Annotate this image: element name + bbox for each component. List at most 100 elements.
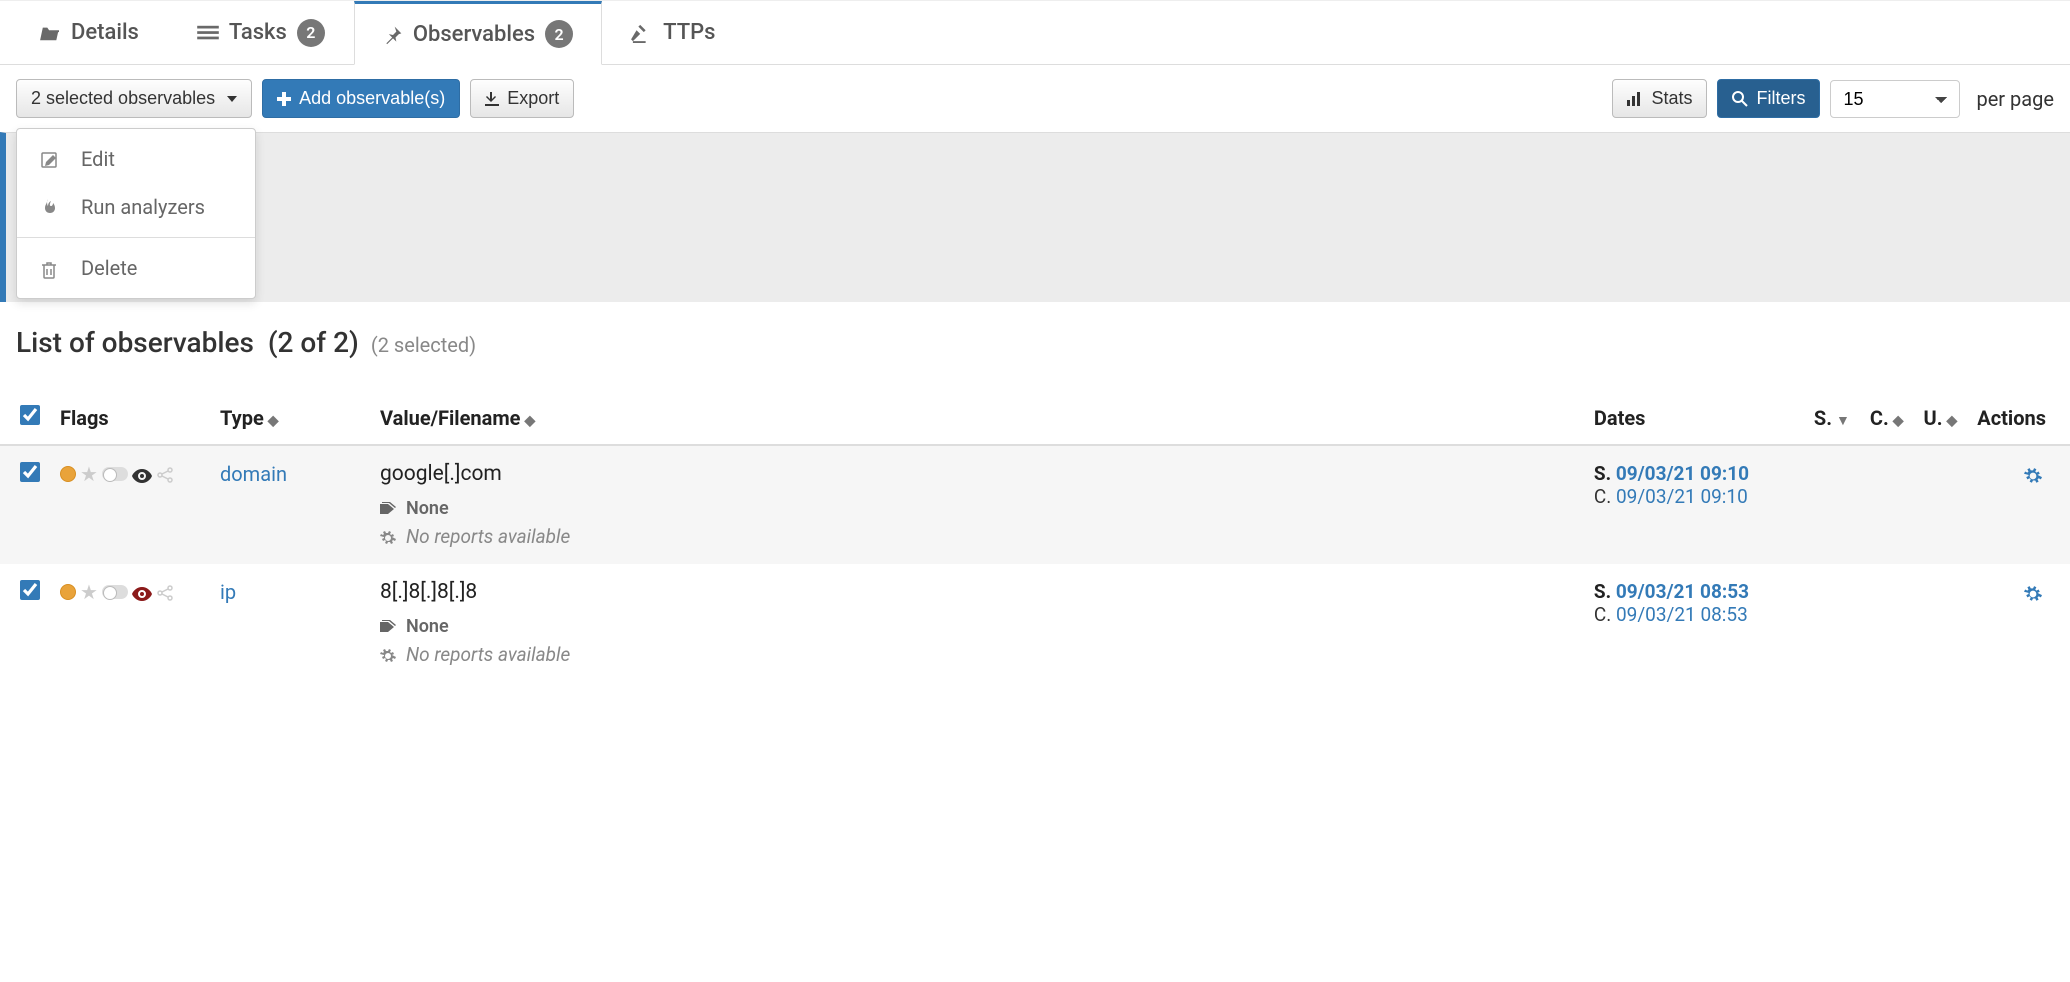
add-observable-button[interactable]: Add observable(s) (262, 79, 460, 118)
row-actions-button[interactable] (2024, 580, 2042, 604)
col-value[interactable]: Value/Filename (380, 406, 520, 430)
tags-icon (380, 616, 398, 637)
reports-status: No reports available (406, 525, 570, 548)
tab-tasks[interactable]: Tasks 2 (168, 1, 354, 64)
share-icon[interactable] (156, 464, 174, 485)
col-type[interactable]: Type (220, 406, 264, 430)
tab-details[interactable]: Details (10, 1, 168, 64)
gear-icon (380, 525, 396, 548)
tasks-icon (197, 20, 219, 45)
s-date-prefix: S. (1594, 462, 1611, 485)
row-checkbox[interactable] (20, 580, 40, 600)
menu-divider (17, 237, 255, 238)
col-actions: Actions (1977, 406, 2046, 430)
search-icon (1732, 88, 1748, 109)
filters-label: Filters (1756, 88, 1805, 109)
list-heading: List of observables (2 of 2) (2 selected… (0, 302, 2070, 367)
col-c[interactable]: C. (1870, 406, 1889, 430)
add-observable-label: Add observable(s) (299, 88, 445, 109)
menu-edit[interactable]: Edit (17, 135, 255, 183)
stats-label: Stats (1651, 88, 1692, 109)
table-row: ★ ip 8[.]8[.]8[.]8 None (0, 564, 2070, 682)
ioc-toggle[interactable] (102, 467, 128, 481)
share-icon[interactable] (156, 582, 174, 603)
tab-tasks-label: Tasks (229, 20, 287, 45)
per-page-label: per page (1976, 87, 2054, 111)
tab-observables[interactable]: Observables 2 (354, 1, 602, 65)
edit-icon (41, 147, 61, 171)
gear-icon (380, 643, 396, 666)
row-checkbox[interactable] (20, 462, 40, 482)
observable-value: google[.]com (380, 462, 1574, 486)
c-date-prefix: C. (1594, 485, 1611, 508)
star-icon[interactable]: ★ (80, 580, 98, 604)
export-label: Export (507, 88, 559, 109)
sort-desc-icon: ▼ (1836, 413, 1850, 429)
col-u[interactable]: U. (1924, 406, 1943, 430)
tab-bar: Details Tasks 2 Observables 2 TTPs (0, 0, 2070, 65)
toolbar: 2 selected observables Add observable(s)… (0, 65, 2070, 132)
selected-observables-label: 2 selected observables (31, 88, 215, 109)
tags-value: None (406, 616, 449, 637)
col-flags: Flags (60, 406, 109, 430)
tags-value: None (406, 498, 449, 519)
menu-run-analyzers[interactable]: Run analyzers (17, 183, 255, 231)
sort-icon: ◆ (268, 413, 279, 429)
plus-icon (277, 88, 291, 109)
content-gap (0, 132, 2070, 302)
stats-button[interactable]: Stats (1612, 79, 1707, 118)
selected-observables-dropdown[interactable]: 2 selected observables (16, 79, 252, 118)
sort-icon: ◆ (524, 413, 535, 429)
observables-table: Flags Type◆ Value/Filename◆ Dates S.▼ C.… (0, 391, 2070, 682)
tab-ttps[interactable]: TTPs (602, 1, 744, 64)
row-actions-button[interactable] (2024, 462, 2042, 486)
ioc-toggle[interactable] (102, 585, 128, 599)
list-title: List of observables (16, 326, 254, 359)
flags-group: ★ (60, 462, 200, 486)
tags-icon (380, 498, 398, 519)
type-link[interactable]: ip (220, 580, 236, 604)
tab-observables-label: Observables (413, 22, 535, 47)
c-date-prefix: C. (1594, 603, 1611, 626)
reports-status: No reports available (406, 643, 570, 666)
fire-icon (41, 195, 61, 219)
caret-down-icon (227, 96, 237, 102)
download-icon (485, 88, 499, 109)
menu-delete-label: Delete (81, 256, 137, 280)
bar-chart-icon (1627, 88, 1643, 109)
per-page-select[interactable]: 15 (1830, 80, 1960, 118)
selection-actions-menu: Edit Run analyzers Delete (16, 128, 256, 299)
eye-icon[interactable] (132, 580, 152, 604)
star-icon[interactable]: ★ (80, 462, 98, 486)
observables-count-badge: 2 (545, 20, 573, 48)
s-date-value[interactable]: 09/03/21 09:10 (1616, 462, 1749, 485)
observable-value: 8[.]8[.]8[.]8 (380, 580, 1574, 604)
filters-button[interactable]: Filters (1717, 79, 1820, 118)
gavel-icon (631, 20, 653, 45)
export-button[interactable]: Export (470, 79, 574, 118)
list-count: (2 of 2) (268, 326, 359, 359)
folder-open-icon (39, 20, 61, 45)
s-date-value[interactable]: 09/03/21 08:53 (1616, 580, 1749, 603)
tasks-count-badge: 2 (297, 19, 325, 47)
tab-details-label: Details (71, 20, 139, 45)
pin-icon (383, 22, 403, 47)
tlp-dot-icon[interactable] (60, 466, 76, 482)
list-selected-count: (2 selected) (371, 333, 476, 357)
col-dates: Dates (1594, 406, 1646, 430)
menu-delete[interactable]: Delete (17, 244, 255, 292)
sort-icon: ◆ (1947, 413, 1958, 429)
c-date-value[interactable]: 09/03/21 09:10 (1616, 485, 1748, 508)
tab-ttps-label: TTPs (663, 20, 715, 45)
tlp-dot-icon[interactable] (60, 584, 76, 600)
s-date-prefix: S. (1594, 580, 1611, 603)
select-all-checkbox[interactable] (20, 405, 40, 425)
type-link[interactable]: domain (220, 462, 287, 486)
sort-icon: ◆ (1893, 413, 1904, 429)
trash-icon (41, 256, 61, 280)
flags-group: ★ (60, 580, 200, 604)
col-s[interactable]: S. (1814, 406, 1832, 430)
c-date-value[interactable]: 09/03/21 08:53 (1616, 603, 1748, 626)
eye-icon[interactable] (132, 462, 152, 486)
menu-run-analyzers-label: Run analyzers (81, 195, 205, 219)
